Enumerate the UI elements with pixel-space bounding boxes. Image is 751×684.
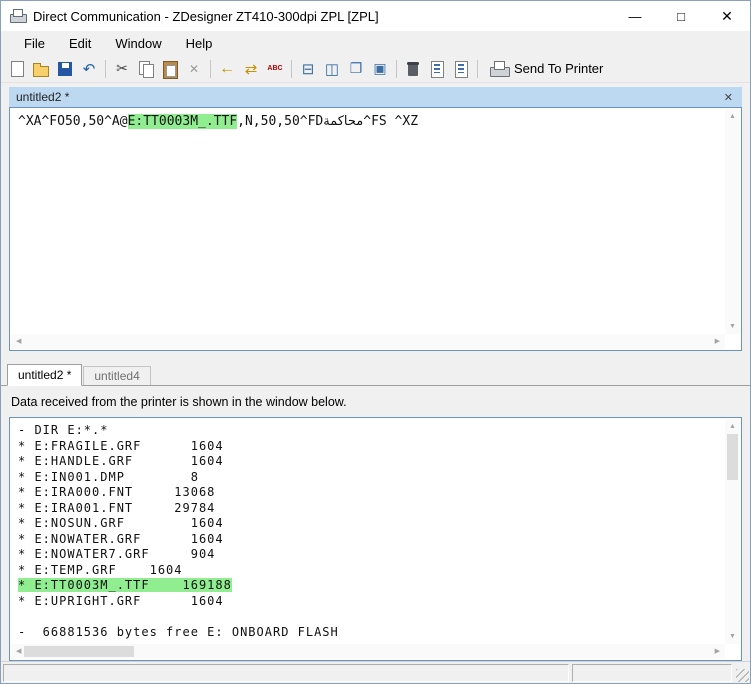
console-line: * E:TEMP.GRF 1604 [18, 562, 183, 577]
vertical-scroll-thumb[interactable] [727, 434, 738, 480]
toolbar-separator [105, 59, 106, 78]
open-folder-icon[interactable] [30, 58, 52, 80]
received-data-label: Data received from the printer is shown … [11, 395, 347, 409]
spell-check-icon[interactable]: ABC [264, 58, 286, 80]
console-line: * E:IRA001.FNT 29784 [18, 500, 216, 515]
scroll-right-icon[interactable]: ▶ [712, 338, 723, 345]
status-bar [1, 661, 750, 684]
cut-icon[interactable]: ✂ [111, 58, 133, 80]
scroll-up-icon[interactable]: ▲ [729, 109, 736, 124]
paste-icon[interactable] [159, 58, 181, 80]
status-panel-right [572, 664, 732, 682]
printer-memory-icon[interactable] [402, 58, 424, 80]
console-output: - DIR E:*.* * E:FRAGILE.GRF 1604 * E:HANDL… [18, 423, 719, 642]
console-line: * E:NOSUN.GRF 1604 [18, 516, 224, 530]
tile-horizontal-icon[interactable]: ⊟ [297, 58, 319, 80]
console-vertical-scrollbar[interactable]: ▲ ▼ [725, 419, 740, 644]
printer-output-panel[interactable]: - DIR E:*.* * E:FRAGILE.GRF 1604 * E:HANDL… [9, 417, 742, 661]
console-line: * E:HANDLE.GRF 1604 [18, 454, 224, 468]
zpl-segment: ^XA^FO50,50^A@ [18, 114, 128, 129]
console-line: * E:IRA000.FNT 13068 [18, 485, 216, 499]
copy-icon[interactable] [135, 58, 157, 80]
delete-icon[interactable]: ✕ [183, 58, 205, 80]
send-to-printer-label: Send To Printer [514, 61, 604, 76]
new-document-icon[interactable] [6, 58, 28, 80]
editor-close-button[interactable]: ✕ [722, 91, 735, 104]
send-to-printer-button[interactable]: Send To Printer [482, 61, 611, 77]
receive-file-icon[interactable] [450, 58, 472, 80]
menu-item-file[interactable]: File [13, 33, 56, 54]
resize-grip[interactable] [735, 664, 749, 682]
zpl-highlighted-segment: E:TT0003M_.TTF [127, 114, 238, 129]
undo-icon[interactable]: ↶ [78, 58, 100, 80]
scroll-down-icon[interactable]: ▼ [729, 319, 736, 334]
zpl-segment: ^FS ^XZ [363, 114, 419, 129]
menu-item-edit[interactable]: Edit [58, 33, 102, 54]
console-line: * E:IN001.DMP 8 [18, 469, 199, 484]
menu-item-window[interactable]: Window [104, 33, 172, 54]
console-line: * E:TT0003M_.TTF 169188 [18, 578, 232, 592]
scroll-up-icon[interactable]: ▲ [729, 419, 736, 434]
console-horizontal-scrollbar[interactable]: ◀ ▶ [11, 644, 725, 659]
send-file-icon[interactable] [426, 58, 448, 80]
cascade-windows-icon[interactable]: ❐ [345, 58, 367, 80]
zpl-text: ^XA^FO50,50^A@E:TT0003M_.TTF,N,50,50^FDم… [18, 114, 719, 129]
tile-vertical-icon[interactable]: ◫ [321, 58, 343, 80]
console-line: - DIR E:*.* [18, 423, 109, 437]
transfer-icon[interactable]: ⇄ [240, 58, 262, 80]
scroll-left-icon[interactable]: ◀ [13, 338, 24, 345]
window-title: Direct Communication - ZDesigner ZT410-3… [33, 8, 379, 24]
console-line: * E:FRAGILE.GRF 1604 [18, 438, 224, 453]
toolbar: ↶ ✂ ✕ ← ⇄ ABC ⊟ ◫ ❐ ▣ Send To Printer [1, 55, 750, 83]
scroll-down-icon[interactable]: ▼ [729, 629, 736, 644]
zpl-arabic-segment: محاكمة [323, 114, 364, 129]
horizontal-scroll-thumb[interactable] [24, 646, 135, 657]
toolbar-separator [291, 59, 292, 78]
title-bar: Direct Communication - ZDesigner ZT410-3… [1, 1, 750, 31]
tab-untitled4[interactable]: untitled4 [83, 366, 151, 385]
minimize-button[interactable]: — [612, 1, 658, 31]
toolbar-icons: ↶ ✂ ✕ ← ⇄ ABC ⊟ ◫ ❐ ▣ [5, 58, 473, 80]
editor-horizontal-scrollbar[interactable]: ◀ ▶ [11, 334, 725, 349]
editor-window-caption[interactable]: untitled2 * ✕ [9, 87, 742, 107]
editor-window-title: untitled2 * [16, 90, 70, 104]
zpl-editor[interactable]: ^XA^FO50,50^A@E:TT0003M_.TTF,N,50,50^FDم… [9, 107, 742, 351]
console-line: * E:UPRIGHT.GRF 1604 [18, 593, 224, 608]
toolbar-separator [396, 59, 397, 78]
maximize-button[interactable]: □ [658, 1, 704, 31]
menu-item-help[interactable]: Help [175, 33, 224, 54]
console-line: * E:NOWATER7.GRF 904 [18, 547, 216, 561]
tab-untitled2[interactable]: untitled2 * [7, 364, 83, 386]
arrange-icons-icon[interactable]: ▣ [369, 58, 391, 80]
save-icon[interactable] [54, 58, 76, 80]
document-tab-bar: untitled2 * untitled4 [1, 364, 750, 386]
app-window: Direct Communication - ZDesigner ZT410-3… [0, 0, 751, 684]
arrow-left-icon[interactable]: ← [216, 58, 238, 80]
toolbar-separator [210, 59, 211, 78]
scroll-left-icon[interactable]: ◀ [13, 648, 24, 655]
console-line: * E:NOWATER.GRF 1604 [18, 531, 224, 546]
scroll-right-icon[interactable]: ▶ [712, 648, 723, 655]
toolbar-separator [477, 59, 478, 78]
status-panel-left [3, 664, 569, 682]
zpl-segment: ,N,50,50^FD [237, 114, 324, 129]
window-controls: — □ ✕ [612, 1, 750, 31]
close-button[interactable]: ✕ [704, 1, 750, 31]
editor-vertical-scrollbar[interactable]: ▲ ▼ [725, 109, 740, 334]
console-line: - 66881536 bytes free E: ONBOARD FLASH [18, 624, 339, 639]
app-icon [9, 8, 27, 24]
printer-icon [490, 61, 510, 77]
menu-bar: File Edit Window Help [1, 31, 750, 55]
